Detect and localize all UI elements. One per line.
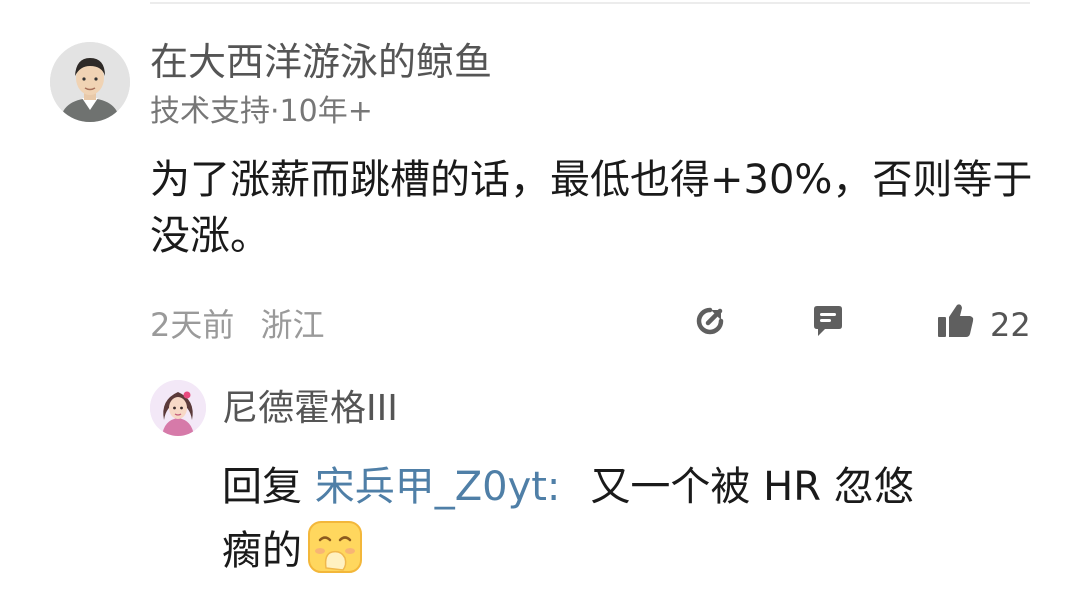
- reply-target-user[interactable]: 宋兵甲_Z0yt:: [315, 464, 561, 510]
- reply-avatar[interactable]: [150, 380, 206, 436]
- comment-text: 为了涨薪而跳槽的话，最低也得+30%，否则等于没涨。: [150, 157, 1033, 259]
- comment-location: 浙江: [260, 306, 325, 344]
- top-divider: [150, 2, 1030, 4]
- share-button[interactable]: [688, 300, 732, 346]
- comment-time: 2天前: [150, 306, 235, 344]
- comment-user-meta: 技术支持·10年+: [150, 94, 373, 129]
- reply-prefix: 回复: [222, 464, 302, 510]
- comment-username[interactable]: 在大西洋游泳的鲸鱼: [150, 38, 492, 86]
- reply-button[interactable]: [806, 300, 850, 346]
- like-count: 22: [990, 306, 1031, 344]
- reply-message-line2: 瘸的: [222, 528, 302, 574]
- reply-icon: [808, 301, 848, 345]
- avatar[interactable]: [50, 42, 130, 122]
- face-with-hand-over-mouth-emoji: [306, 518, 364, 576]
- reply-message-line1: 又一个被 HR 忽悠: [590, 464, 914, 510]
- reply-username[interactable]: 尼德霍格III: [222, 386, 398, 432]
- like-button[interactable]: [934, 300, 978, 346]
- thumbs-up-icon: [935, 300, 977, 346]
- reply-text: 回复 宋兵甲_Z0yt: 又一个被 HR 忽悠 瘸的: [222, 456, 1042, 582]
- comment-footer-meta: 2天前 浙江: [150, 304, 325, 346]
- share-icon: [690, 301, 730, 345]
